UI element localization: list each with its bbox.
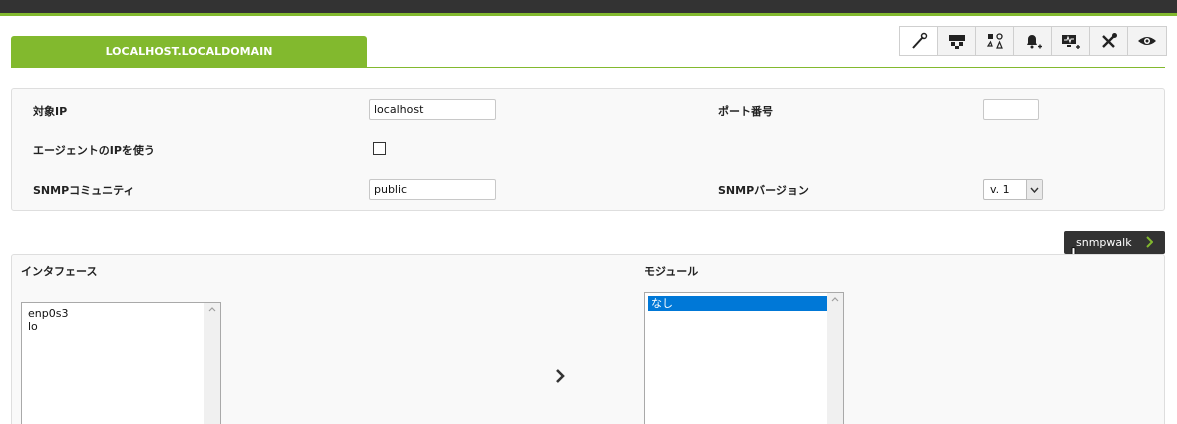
interfaces-panel: インタフェース enp0s3 lo モジュール なし xyxy=(11,254,1165,424)
tools-icon xyxy=(1101,33,1117,48)
interfaces-listbox[interactable]: enp0s3 lo xyxy=(21,302,221,424)
shapes-button[interactable] xyxy=(976,27,1014,55)
scroll-up-icon xyxy=(208,307,216,312)
module-toolbar xyxy=(899,26,1167,56)
eye-icon xyxy=(1138,37,1156,45)
port-label: ポート番号 xyxy=(718,105,773,118)
modules-listbox[interactable]: なし xyxy=(644,292,844,424)
modules-scrollbar[interactable] xyxy=(827,293,843,424)
version-select-value: v. 1 xyxy=(990,183,1010,196)
community-label: SNMPコミュニティ xyxy=(33,184,135,197)
monitor-add-icon xyxy=(1061,35,1080,49)
community-input[interactable] xyxy=(369,179,496,200)
wand-icon xyxy=(911,32,927,49)
add-monitor-button[interactable] xyxy=(1052,27,1090,55)
shapes-icon xyxy=(986,33,1003,49)
list-item[interactable]: lo xyxy=(22,320,220,333)
network-icon xyxy=(948,35,965,49)
bell-add-icon xyxy=(1026,35,1042,49)
snmp-form-panel: 対象IP ポート番号 エージェントのIPを使う SNMPコミュニティ SNMPバ… xyxy=(11,88,1165,211)
port-input[interactable] xyxy=(983,99,1039,120)
target-ip-input[interactable] xyxy=(369,99,496,120)
top-bar xyxy=(0,0,1177,13)
version-label: SNMPバージョン xyxy=(718,184,809,197)
use-agent-ip-checkbox[interactable] xyxy=(373,142,386,155)
view-button[interactable] xyxy=(1128,27,1166,55)
modules-label: モジュール xyxy=(644,265,699,278)
list-item[interactable]: なし xyxy=(648,296,840,311)
add-alert-button[interactable] xyxy=(1014,27,1052,55)
top-bar-accent xyxy=(0,13,1177,16)
version-select[interactable]: v. 1 xyxy=(983,179,1043,200)
interfaces-scrollbar[interactable] xyxy=(204,303,220,424)
chevron-right-icon xyxy=(1146,236,1153,248)
setup-button[interactable] xyxy=(1090,27,1128,55)
chevron-down-icon xyxy=(1026,180,1042,199)
use-agent-ip-label: エージェントのIPを使う xyxy=(33,144,155,157)
wizard-button[interactable] xyxy=(900,27,938,55)
host-tab[interactable]: LOCALHOST.LOCALDOMAIN xyxy=(11,36,367,67)
network-button[interactable] xyxy=(938,27,976,55)
target-ip-label: 対象IP xyxy=(33,105,68,118)
scroll-up-icon xyxy=(831,297,839,302)
list-item[interactable]: enp0s3 xyxy=(22,307,220,320)
interfaces-label: インタフェース xyxy=(21,265,98,278)
move-right-icon[interactable] xyxy=(553,368,567,384)
tab-underline xyxy=(11,67,1165,68)
host-tab-label: LOCALHOST.LOCALDOMAIN xyxy=(105,45,273,58)
